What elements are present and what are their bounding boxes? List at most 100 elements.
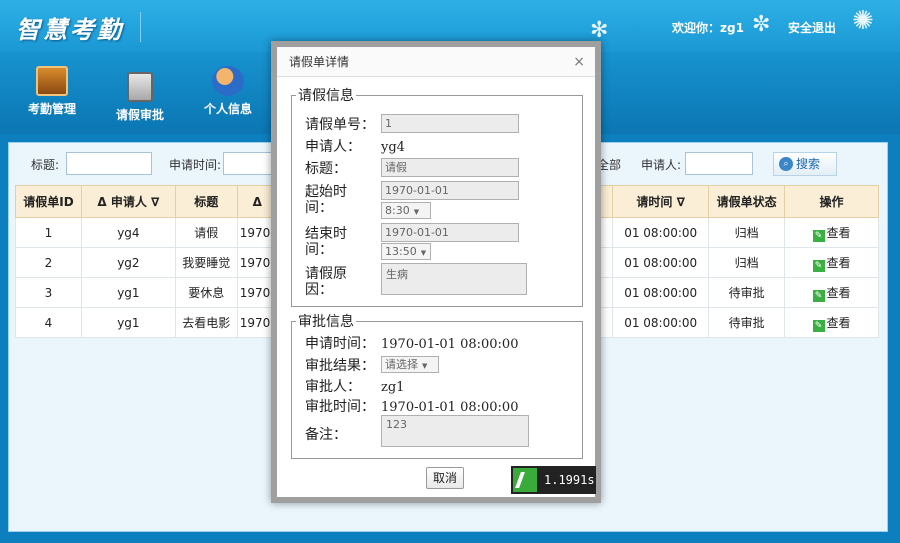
leave-id-label: 请假单号：: [305, 117, 375, 133]
cell-id: 3: [15, 277, 82, 308]
cell-title: 我要睡觉: [174, 247, 238, 278]
search-button-label: 搜索: [796, 157, 821, 171]
nav-item-label: 考勤管理: [27, 102, 76, 116]
reason-textarea[interactable]: 生病: [381, 263, 527, 295]
cell-applicant: yg2: [80, 247, 176, 278]
cell-title: 去看电影: [174, 307, 238, 338]
reason-label: 请假原因：: [305, 266, 347, 298]
approval-info-legend: 审批信息: [298, 314, 354, 330]
cell-applicant: yg1: [80, 277, 176, 308]
nav-item-label: 个人信息: [203, 102, 252, 116]
applicant-value: yg4: [381, 140, 405, 155]
cell-apply-time: 01 08:00:00: [612, 307, 710, 338]
title-field[interactable]: 请假: [381, 158, 519, 177]
end-time-select[interactable]: 13:50 ▼: [381, 243, 431, 260]
cell-applicant: yg4: [80, 217, 176, 248]
view-link-label: 查看: [826, 285, 851, 300]
dialog-titlebar: 请假单详情 ×: [277, 47, 595, 77]
nav-item-attendance[interactable]: 考勤管理: [22, 66, 82, 117]
cell-status: 归档: [708, 247, 786, 278]
cancel-button[interactable]: 取消: [426, 467, 464, 489]
applicant-filter-input[interactable]: [685, 152, 753, 175]
approval-result-label: 审批结果：: [305, 358, 375, 374]
cell-action: ✎ 查看: [784, 247, 879, 278]
approver-value: zg1: [381, 380, 405, 395]
nav-item-profile[interactable]: 个人信息: [198, 66, 258, 117]
view-link[interactable]: ✎ 查看: [812, 225, 851, 242]
start-time-value: 8:30: [385, 204, 410, 217]
apply-time-value: 1970-01-01 08:00:00: [381, 337, 519, 352]
cell-title: 请假: [174, 217, 238, 248]
start-date-field[interactable]: 1970-01-01: [381, 181, 519, 200]
cell-applicant: yg1: [80, 307, 176, 338]
view-link[interactable]: ✎ 查看: [812, 255, 851, 272]
dandelion-decoration-icon: ✼: [752, 12, 771, 37]
column-header-status: 请假单状态: [708, 185, 786, 218]
approver-label: 审批人：: [305, 379, 361, 395]
view-link[interactable]: ✎ 查看: [812, 285, 851, 302]
start-time-label: 起始时间：: [305, 184, 347, 216]
approval-result-value: 请选择: [385, 358, 418, 371]
load-time-value: 1.1991s: [544, 473, 595, 487]
view-link-label: 查看: [826, 225, 851, 240]
column-header-id[interactable]: 请假单ID: [15, 185, 82, 218]
app-logo: 智慧考勤: [16, 16, 124, 44]
cell-status: 待审批: [708, 277, 786, 308]
clipboard-icon: [127, 72, 153, 102]
calendar-icon: [36, 66, 68, 96]
cell-action: ✎ 查看: [784, 307, 879, 338]
leave-detail-dialog: 请假单详情 × 请假信息 请假单号： 1 申请人： yg4 标题： 请假 起始时…: [271, 41, 601, 503]
dialog-title: 请假单详情: [289, 55, 350, 69]
chevron-down-icon: ▼: [420, 249, 427, 257]
column-header-applicant[interactable]: Δ 申请人 ∇: [80, 185, 176, 218]
logout-link[interactable]: 安全退出: [788, 19, 836, 36]
cell-apply-time: 01 08:00:00: [612, 247, 710, 278]
leave-id-field[interactable]: 1: [381, 114, 519, 133]
view-link[interactable]: ✎ 查看: [812, 316, 851, 332]
cell-id: 2: [15, 247, 82, 278]
cell-id: 4: [15, 307, 82, 338]
cell-status: 待审批: [708, 307, 786, 338]
search-icon: ⌕: [779, 157, 793, 171]
edit-icon: ✎: [812, 319, 825, 332]
chevron-down-icon: ▼: [422, 362, 428, 370]
cell-action: ✎ 查看: [784, 277, 879, 308]
time-filter-label: 申请时间:: [169, 158, 222, 172]
applicant-filter-label: 申请人:: [641, 158, 682, 172]
dandelion-decoration-icon: ✺: [852, 6, 874, 36]
apply-time-label: 申请时间：: [305, 336, 375, 352]
cell-apply-time: 01 08:00:00: [612, 217, 710, 248]
edit-icon: ✎: [812, 259, 825, 272]
cell-title: 要休息: [174, 277, 238, 308]
end-date-field[interactable]: 1970-01-01: [381, 223, 519, 242]
nav-item-leave-approval[interactable]: 请假审批: [110, 72, 170, 123]
approve-time-value: 1970-01-01 08:00:00: [381, 400, 519, 415]
title-filter-input[interactable]: [66, 152, 152, 175]
edit-icon: ✎: [812, 289, 825, 302]
welcome-text: 欢迎你：zg1: [672, 21, 744, 35]
approve-time-label: 审批时间：: [305, 399, 375, 415]
chevron-down-icon: ▼: [413, 208, 420, 216]
close-icon[interactable]: ×: [573, 47, 585, 77]
title-label: 标题：: [305, 161, 347, 177]
nav-item-label: 请假审批: [115, 108, 164, 122]
leave-info-legend: 请假信息: [298, 88, 354, 104]
search-button[interactable]: ⌕ 搜索: [773, 152, 837, 176]
load-timer-badge: 1.1991s: [511, 466, 596, 494]
applicant-label: 申请人：: [305, 139, 361, 155]
logo-divider: [140, 12, 141, 42]
column-header-apply-time[interactable]: 请时间 ∇: [612, 185, 710, 218]
start-time-select[interactable]: 8:30 ▼: [381, 202, 431, 219]
cell-id: 1: [15, 217, 82, 248]
time-filter-input[interactable]: [223, 152, 273, 175]
user-icon: [212, 66, 244, 96]
cell-action: ✎ 查看: [784, 217, 879, 248]
dandelion-decoration-icon: ✻: [590, 18, 609, 43]
title-filter-label: 标题:: [31, 158, 60, 172]
column-header-title[interactable]: 标题: [174, 185, 238, 218]
remark-textarea[interactable]: 123: [381, 415, 529, 447]
remark-label: 备注：: [305, 427, 347, 443]
view-link-label: 查看: [826, 255, 851, 270]
cell-status: 归档: [708, 217, 786, 248]
approval-result-select[interactable]: 请选择 ▼: [381, 356, 439, 373]
